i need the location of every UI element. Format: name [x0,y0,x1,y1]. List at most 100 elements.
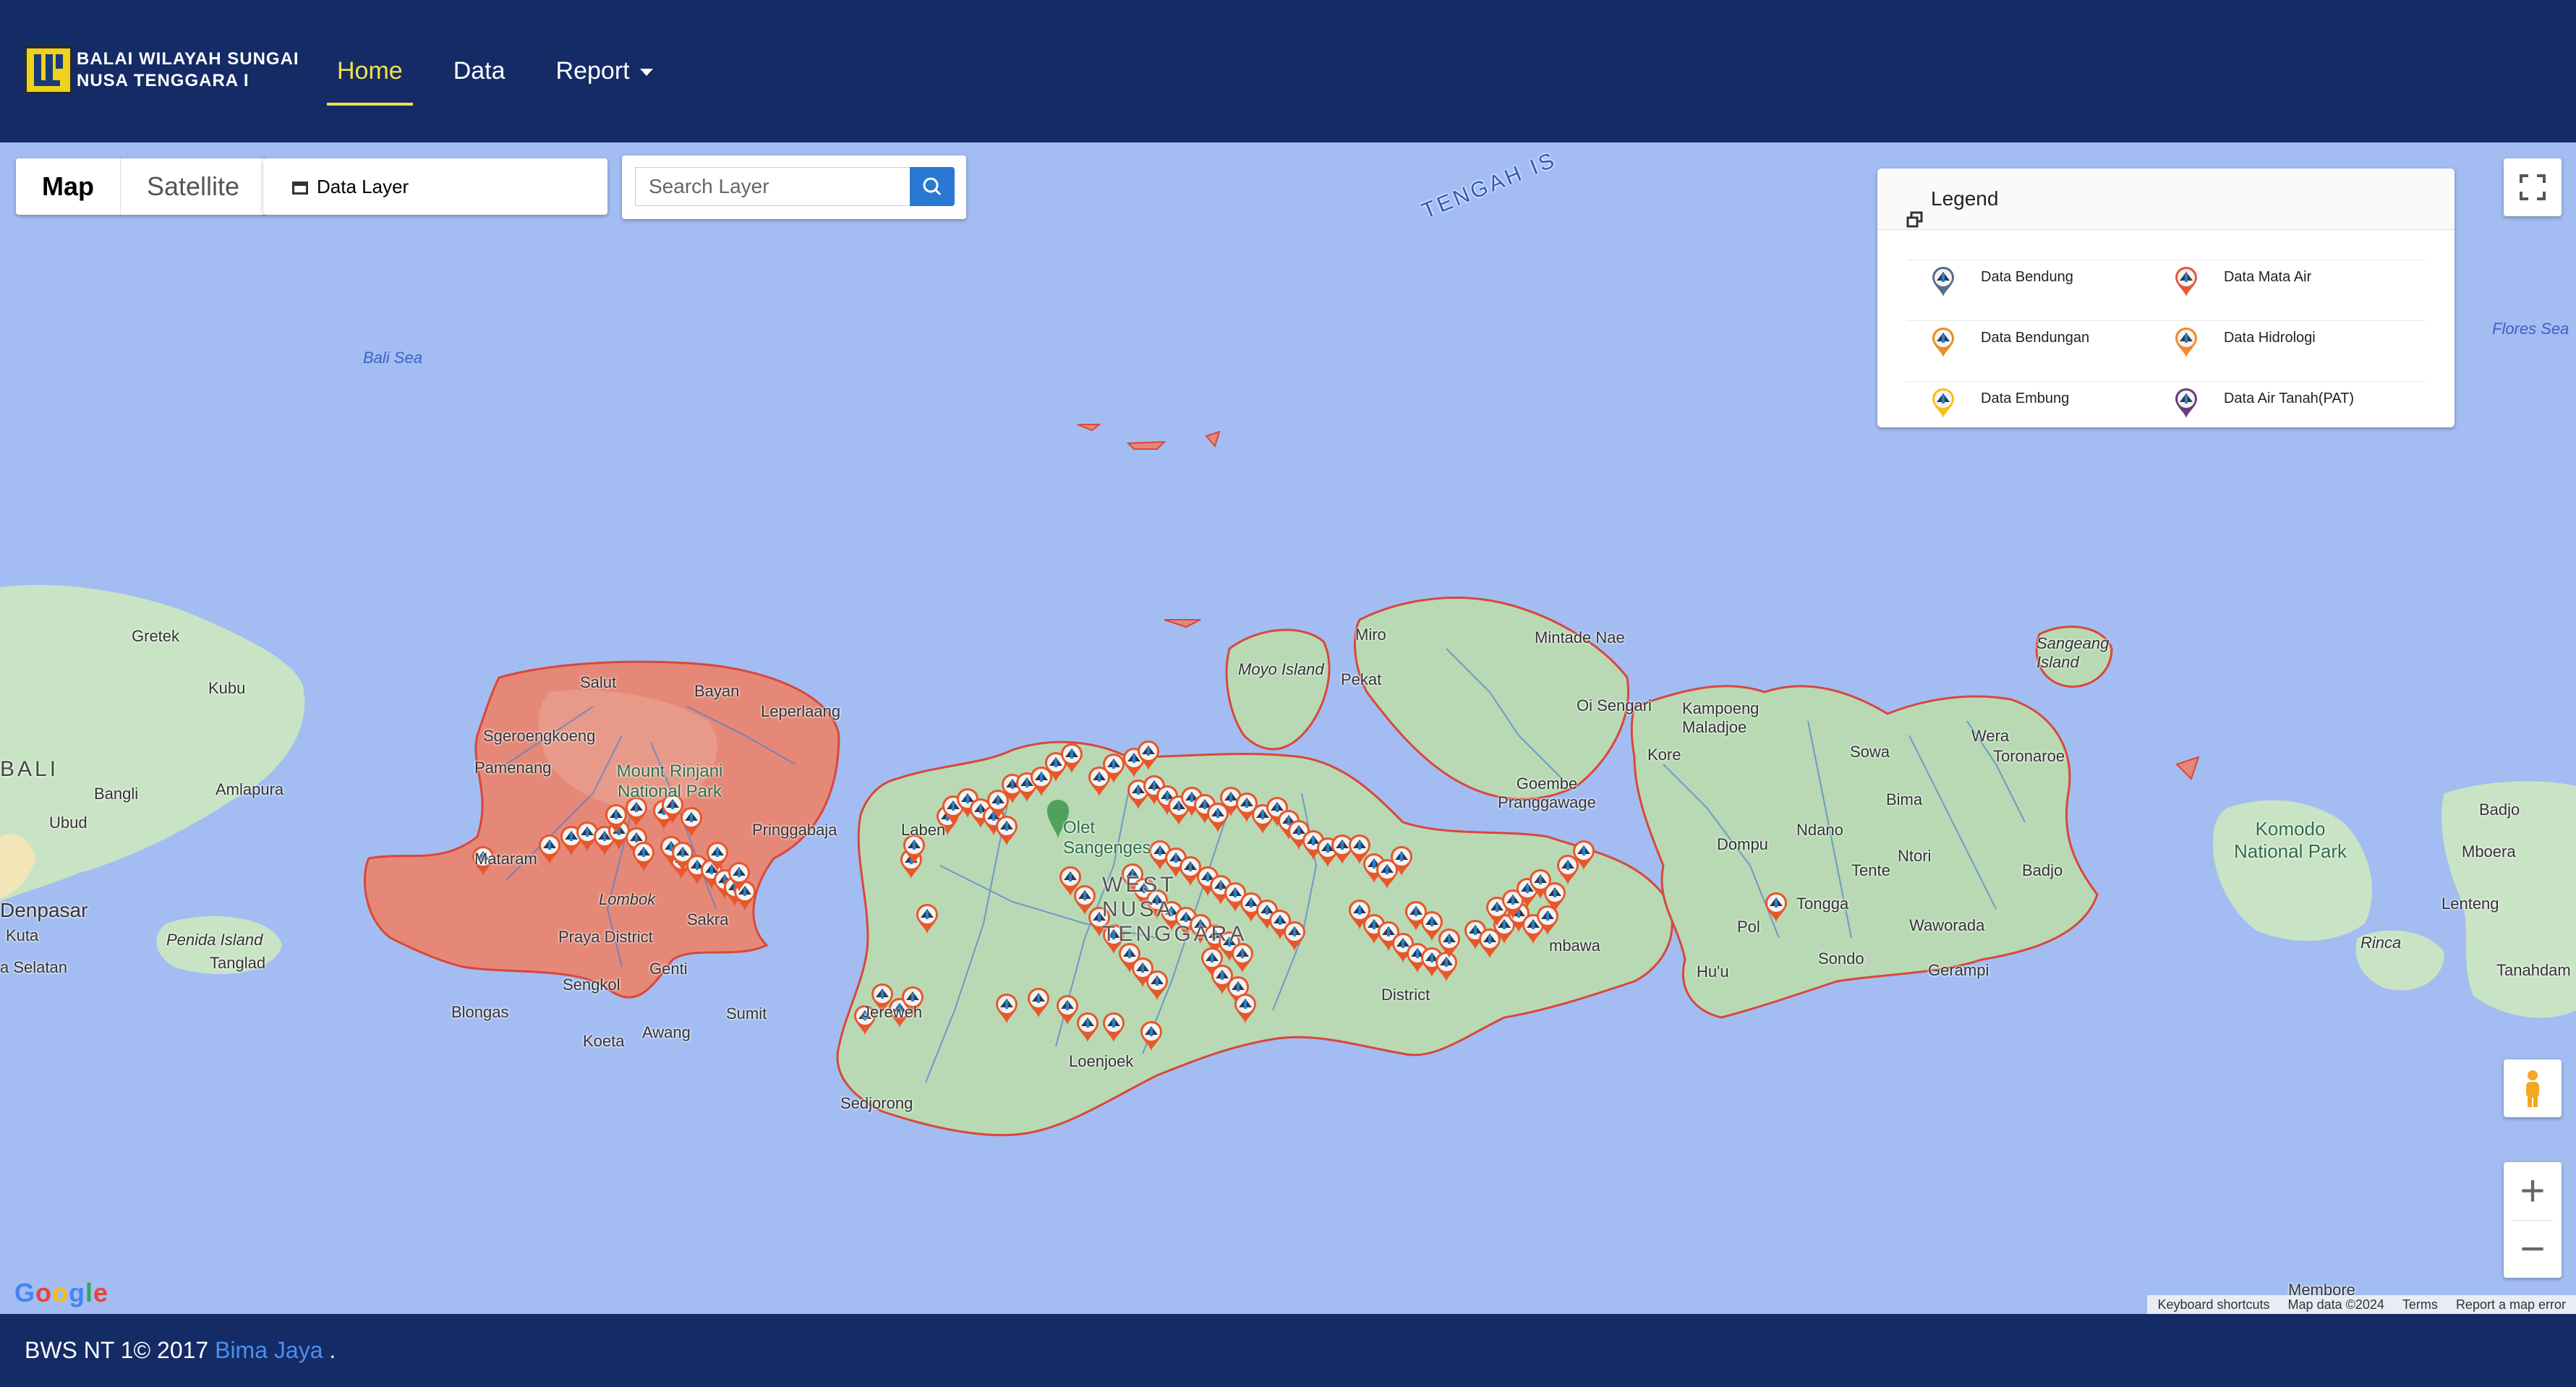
label-koeta: Koeta [583,1032,625,1050]
label-sumit: Sumit [726,1004,767,1023]
label-lenteng: Lenteng [2441,895,2499,913]
label-tanahdam: Tanahdam [2496,961,2571,979]
label-sengkol: Sengkol [563,976,620,994]
data-bendung-marker[interactable] [1233,993,1258,1025]
data-bendung-marker[interactable] [1101,1012,1126,1044]
label-kampoeng: Kampoeng Maladjoe [1682,699,1760,736]
data-bendung-marker[interactable] [537,834,562,866]
fullscreen-button[interactable] [2504,158,2562,216]
data-bendung-marker[interactable] [1571,840,1596,871]
data-bendung-marker[interactable] [727,861,751,893]
label-pol: Pol [1737,918,1760,936]
data-bendung-marker[interactable] [1075,1012,1100,1044]
label-komodo: Komodo National Park [2233,818,2347,862]
label-huu: Hu'u [1697,963,1729,981]
label-kore: Kore [1647,746,1681,764]
legend-row: Data Bendung Data Mata Air [1906,260,2426,321]
footer-link[interactable]: Bima Jaya [215,1337,323,1363]
nav-report[interactable]: Report [556,57,653,85]
label-sengari: Oi Sengari [1577,696,1652,714]
logo-icon [25,46,72,94]
data-bendung-marker[interactable] [705,841,730,873]
map-canvas[interactable]: Bali Sea Flores Sea TENGAH IS BALI Grete… [0,142,2576,1314]
label-loenjoek: Loenjoek [1069,1052,1134,1070]
zoom-out-button[interactable]: − [2504,1220,2562,1278]
search-layer-box: Search Layer [622,155,966,219]
label-leperlaang: Leperlaang [761,702,841,720]
label-pekat: Pekat [1341,670,1382,688]
label-kubu: Kubu [208,679,246,697]
map-type-satellite-button[interactable]: Satellite [121,158,265,215]
footer-tail: . [323,1337,336,1363]
divider [2512,1220,2553,1221]
data-layer-label: Data Layer [317,176,409,197]
label-badjo: Badjo [2022,861,2063,879]
label-rinjani: Mount Rinjani National Park [616,761,723,801]
map-data-text: Map data ©2024 [2287,1297,2384,1312]
street-view-pegman[interactable] [2504,1059,2562,1117]
label-selatan: a Selatan [0,958,67,976]
main-nav: Home Data Report [327,0,704,142]
label-laben: Laben [901,821,946,839]
legend-icon-cell [2149,381,2223,442]
label-sondo: Sondo [1818,949,1864,968]
label-mboera: Mboera [2462,842,2516,861]
label-sedjorong: Sedjorong [840,1094,913,1112]
data-bendung-marker[interactable] [915,903,939,935]
label-bali: BALI [0,757,59,781]
label-bangli: Bangli [94,785,139,803]
label-amlapura: Amlapura [216,780,284,798]
data-bendung-marker[interactable] [1543,882,1567,913]
legend-icon-cell [1906,320,1980,382]
label-rinca: Rinca [2360,934,2402,952]
islet [1205,430,1221,448]
legend-row: Data Bendungan Data Hidrologi [1906,320,2426,382]
brand[interactable]: BALAI WILAYAH SUNGAI NUSA TENGGARA I [25,45,299,95]
label-moyo: Moyo Island [1238,660,1324,678]
brand-line-2: NUSA TENGGARA I [77,71,250,90]
search-layer-input[interactable]: Search Layer [635,167,923,206]
hydrology-marker-icon [2174,328,2198,362]
search-button[interactable] [910,167,955,206]
zoom-in-button[interactable]: + [2504,1162,2562,1220]
data-bendung-marker[interactable] [631,841,656,873]
label-pamenang: Pamenang [474,759,552,777]
keyboard-shortcuts-link[interactable]: Keyboard shortcuts [2157,1297,2269,1312]
data-bendung-marker[interactable] [1059,743,1084,774]
legend-header[interactable]: Legend [1877,168,2455,230]
label-penida: Penida Island [166,931,263,949]
label-mintade: Mintade Nae [1535,628,1625,646]
map-type-map-button[interactable]: Map [16,158,121,215]
label-miro: Miro [1355,626,1386,644]
label-genti: Genti [649,960,688,978]
label-ubud: Ubud [49,814,88,832]
legend-icon-cell [2149,320,2223,382]
label-sgeroengkoeng: Sgeroengkoeng [483,727,596,745]
data-layer-button[interactable]: Data Layer [263,158,607,215]
pegman-icon [2526,1070,2539,1107]
nav-data[interactable]: Data [453,57,506,85]
islet [1077,424,1101,432]
data-bendung-marker[interactable] [994,993,1019,1025]
terms-link[interactable]: Terms [2402,1297,2438,1312]
data-bendung-marker[interactable] [1026,987,1051,1019]
legend-label: Data Mata Air [2222,260,2426,321]
data-bendung-marker[interactable] [1389,845,1414,877]
data-bendung-marker[interactable] [1136,740,1161,772]
report-error-link[interactable]: Report a map error [2456,1297,2566,1312]
data-bendung-marker[interactable] [1139,1020,1164,1052]
fullscreen-icon [2520,174,2546,200]
data-bendung-marker[interactable] [1764,892,1788,923]
data-bendung-marker[interactable] [1282,921,1307,952]
pond-marker-icon [1931,388,1956,423]
data-bendung-marker[interactable] [1404,900,1428,932]
zoom-control: + − [2504,1162,2562,1278]
label-west-nusa-tenggara: WEST NUSA TENGGARA [1102,873,1248,946]
legend-label: Data Embung [1980,381,2149,442]
nav-report-label: Report [555,57,630,85]
nav-home[interactable]: Home [327,57,413,106]
label-sakra: Sakra [687,910,729,929]
data-bendung-marker[interactable] [1145,970,1169,1002]
label-badjo-flores: Badjo [2479,801,2520,819]
label-sangeang: Sangeang Island [2037,634,2110,671]
